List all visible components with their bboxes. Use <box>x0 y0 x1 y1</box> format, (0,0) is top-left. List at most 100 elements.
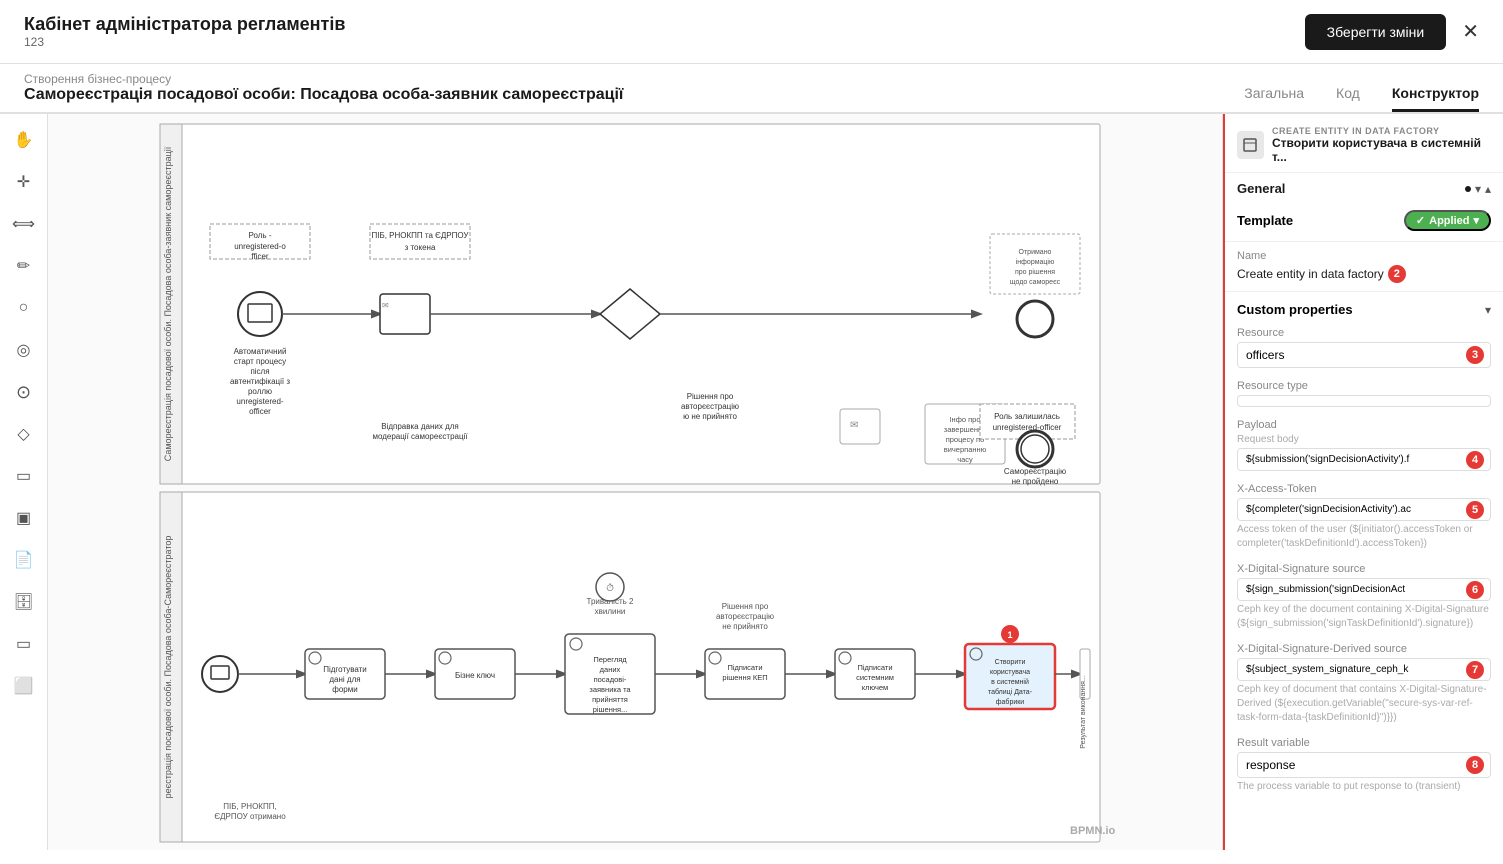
payload-label: Payload <box>1237 419 1491 431</box>
ring-tool[interactable]: ⊙ <box>6 374 42 410</box>
svg-text:Отримано: Отримано <box>1019 249 1052 256</box>
general-section-header[interactable]: General ▾ ▴ <box>1225 173 1503 204</box>
chevron-down-icon: ▾ <box>1475 182 1481 196</box>
resource-section: Resource 3 <box>1225 323 1503 376</box>
x-digital-sig-derived-label: X-Digital-Signature-Derived source <box>1237 643 1491 655</box>
panel-header-text: CREATE ENTITY IN DATA FACTORY Створити к… <box>1272 126 1491 164</box>
svg-text:не пройдено: не пройдено <box>1012 477 1059 486</box>
x-digital-sig-src-input[interactable] <box>1238 579 1466 600</box>
result-var-badge: 8 <box>1466 756 1484 774</box>
result-var-input-wrapper: 8 <box>1237 752 1491 778</box>
diamond-tool[interactable]: ◇ <box>6 416 42 452</box>
svg-text:авторєєстрацію: авторєєстрацію <box>716 612 774 621</box>
svg-text:форми: форми <box>332 685 357 694</box>
name-label: Name <box>1237 250 1491 262</box>
result-var-input[interactable] <box>1238 753 1466 777</box>
payload-badge: 4 <box>1466 451 1484 469</box>
svg-text:officer: officer <box>249 407 271 416</box>
svg-text:Самореєстрація посадової особи: Самореєстрація посадової особи. Посадова… <box>163 146 173 461</box>
x-digital-sig-derived-input-wrapper: 7 <box>1237 658 1491 681</box>
cp-chevron-icon: ▾ <box>1485 303 1491 317</box>
svg-text:фабрики: фабрики <box>996 698 1025 706</box>
svg-text:Бізне ключ: Бізне ключ <box>455 671 495 680</box>
close-icon[interactable]: ✕ <box>1462 19 1479 44</box>
resource-type-section: Resource type <box>1225 376 1503 415</box>
svg-text:інформацію: інформацію <box>1016 258 1055 266</box>
svg-text:дані для: дані для <box>329 675 360 684</box>
breadcrumb-top: Створення бізнес-процесу <box>24 72 623 86</box>
svg-text:Створити: Створити <box>995 659 1026 666</box>
doc-tool[interactable]: 📄 <box>6 542 42 578</box>
svg-text:заявника та: заявника та <box>589 685 631 694</box>
panel-entity-name: Створити користувача в системній т... <box>1272 136 1491 164</box>
rect-tool[interactable]: ▭ <box>6 458 42 494</box>
tab-code[interactable]: Код <box>1336 85 1360 112</box>
x-digital-sig-src-label: X-Digital-Signature source <box>1237 563 1491 575</box>
panel-header: CREATE ENTITY IN DATA FACTORY Створити к… <box>1225 114 1503 173</box>
x-digital-sig-src-input-wrapper: 6 <box>1237 578 1491 601</box>
svg-text:Рішення про: Рішення про <box>722 602 769 611</box>
frame-tool[interactable]: ⬜ <box>6 668 42 704</box>
svg-text:Рішення про: Рішення про <box>687 392 734 401</box>
payload-input[interactable] <box>1238 449 1466 470</box>
rect-fill-tool[interactable]: ▣ <box>6 500 42 536</box>
template-row: Template ✓ Applied ▾ <box>1225 204 1503 237</box>
canvas-wrapper: Самореєстрація посадової особи. Посадова… <box>48 114 1222 850</box>
save-button[interactable]: Зберегти зміни <box>1305 14 1447 50</box>
x-access-token-label: X-Access-Token <box>1237 483 1491 495</box>
x-digital-sig-derived-desc: Ceph key of document that contains X-Dig… <box>1237 683 1491 725</box>
custom-props-label: Custom properties <box>1237 302 1353 317</box>
tab-general[interactable]: Загальна <box>1244 85 1304 112</box>
svg-text:fficer: fficer <box>251 252 269 261</box>
svg-text:рішення КЕП: рішення КЕП <box>722 673 767 682</box>
svg-text:після: після <box>250 367 269 376</box>
chevron-down-icon-badge: ▾ <box>1473 214 1479 227</box>
canvas-area[interactable]: Самореєстрація посадової особи. Посадова… <box>48 114 1223 850</box>
x-access-token-desc: Access token of the user (${initiator().… <box>1237 523 1491 551</box>
svg-text:Підготувати: Підготувати <box>323 665 367 674</box>
name-field: Name Create entity in data factory 2 <box>1225 246 1503 287</box>
svg-text:Інфо про: Інфо про <box>949 415 980 424</box>
filled-circle-tool[interactable]: ◎ <box>6 332 42 368</box>
svg-text:хвилини: хвилини <box>595 607 626 616</box>
x-digital-sig-derived-input[interactable] <box>1238 659 1466 680</box>
svg-text:системним: системним <box>856 673 894 682</box>
divider-2 <box>1225 291 1503 292</box>
breadcrumb-bottom: Самореєстрація посадової особи: Посадова… <box>24 86 623 112</box>
breadcrumb: Створення бізнес-процесу Самореєстрація … <box>24 72 623 112</box>
name-badge: 2 <box>1388 265 1406 283</box>
resource-type-input[interactable] <box>1237 395 1491 407</box>
svg-text:BPMN.io: BPMN.io <box>1070 825 1116 837</box>
db-tool[interactable]: 🗄 <box>6 584 42 620</box>
name-value: Create entity in data factory 2 <box>1237 265 1491 283</box>
tabs: Загальна Код Конструктор <box>1244 85 1479 112</box>
crosshair-tool[interactable]: ✛ <box>6 164 42 200</box>
arrows-tool[interactable]: ⟺ <box>6 206 42 242</box>
applied-badge-button[interactable]: ✓ Applied ▾ <box>1404 210 1491 231</box>
pen-tool[interactable]: ✏ <box>6 248 42 284</box>
result-var-section: Result variable 8 The process variable t… <box>1225 733 1503 802</box>
header-right: Зберегти зміни ✕ <box>1305 14 1479 50</box>
toolbar: ✋ ✛ ⟺ ✏ ○ ◎ ⊙ ◇ ▭ ▣ 📄 🗄 ▭ ⬜ <box>0 114 48 850</box>
template-label: Template <box>1237 213 1293 228</box>
svg-text:Результат виконання...: Результат виконання... <box>1080 675 1087 749</box>
x-access-token-input[interactable] <box>1238 499 1466 520</box>
resource-label: Resource <box>1237 327 1491 339</box>
svg-text:користувача: користувача <box>990 669 1030 676</box>
request-body-label: Request body <box>1237 434 1491 445</box>
circle-tool[interactable]: ○ <box>6 290 42 326</box>
resource-input[interactable] <box>1238 343 1466 367</box>
tab-constructor[interactable]: Конструктор <box>1392 85 1479 112</box>
rect2-tool[interactable]: ▭ <box>6 626 42 662</box>
svg-text:ключем: ключем <box>862 683 888 692</box>
svg-text:щодо самореєс: щодо самореєс <box>1010 279 1061 286</box>
svg-text:часу: часу <box>957 455 973 464</box>
custom-props-header[interactable]: Custom properties ▾ <box>1225 296 1503 323</box>
svg-text:в системній: в системній <box>991 678 1029 686</box>
bpmn-diagram: Самореєстрація посадової особи. Посадова… <box>48 114 1222 850</box>
payload-input-wrapper: 4 <box>1237 448 1491 471</box>
header: Кабінет адміністратора регламентів 123 З… <box>0 0 1503 64</box>
hand-tool[interactable]: ✋ <box>6 122 42 158</box>
name-value-text: Create entity in data factory <box>1237 267 1384 281</box>
right-panel: CREATE ENTITY IN DATA FACTORY Створити к… <box>1223 114 1503 850</box>
